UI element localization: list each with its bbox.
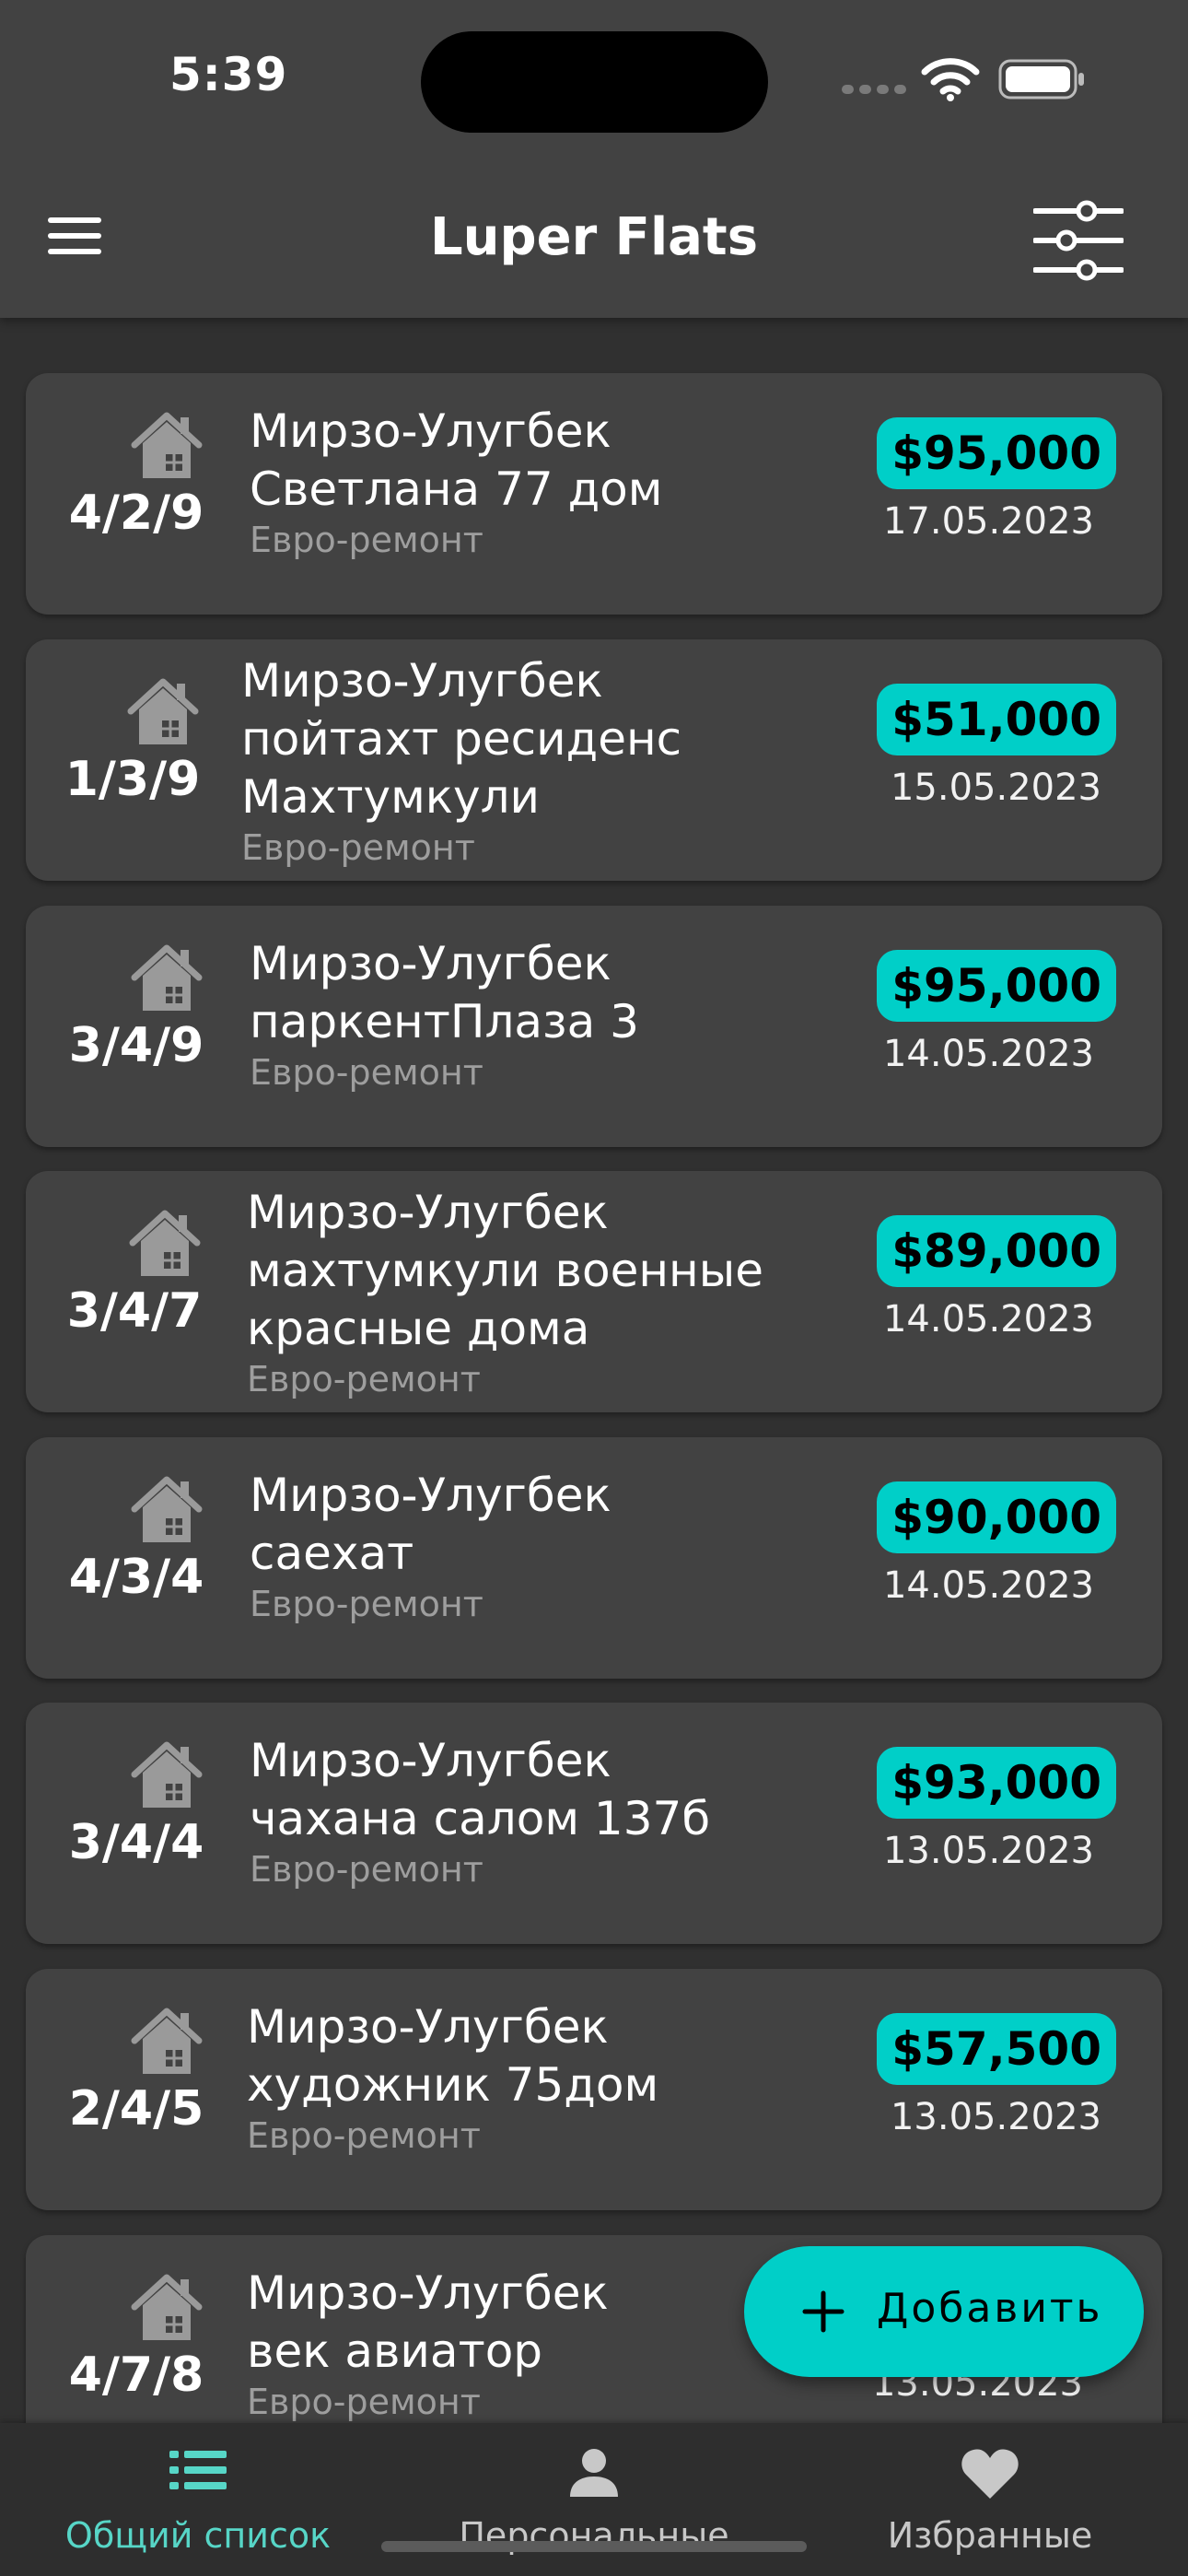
- listing-address: Мирзо-Улугбек чахана салом 137б Евро-ремон…: [250, 1732, 710, 1891]
- listing-repair-type: Евро-ремонт: [241, 827, 475, 868]
- listing-rooms-floor: 1/3/9: [64, 752, 201, 807]
- listing-rooms-floor: 4/7/8: [68, 2348, 204, 2403]
- bottom-navigation: Общий список Персональные Избранные: [0, 2423, 1188, 2576]
- price-badge: $95,000: [877, 950, 1116, 1022]
- listing-address-line: Мирзо-Улугбек: [247, 2000, 609, 2054]
- listing-address-line: Мирзо-Улугбек: [247, 2266, 609, 2320]
- listing-repair-type: Евро-ремонт: [250, 1052, 483, 1093]
- listing-card[interactable]: 3/4/9 Мирзо-Улугбек паркентПлаза 3 Евро-рем…: [26, 906, 1162, 1147]
- filter-settings-icon[interactable]: [1033, 198, 1124, 283]
- add-listing-button[interactable]: Добавить: [744, 2246, 1144, 2377]
- listing-date: 14.05.2023: [882, 1564, 1094, 1607]
- listing-address-line: саехат: [250, 1527, 414, 1580]
- listing-address-line: Мирзо-Улугбек: [250, 1734, 611, 1787]
- listing-date: 17.05.2023: [882, 500, 1094, 543]
- house-icon: [129, 941, 204, 1014]
- listings-list[interactable]: 4/2/9 Мирзо-Улугбек Светлана 77 дом Евро-ре…: [0, 318, 1188, 2423]
- listing-address-line: чахана салом 137б: [250, 1792, 711, 1845]
- status-time: 5:39: [169, 48, 288, 101]
- listing-address: Мирзо-Улугбек пойтахт ресиденс Махтумкули Е…: [241, 652, 681, 869]
- listing-address-line: Мирзо-Улугбек: [250, 1469, 611, 1522]
- listing-address-line: пойтахт ресиденс: [241, 712, 682, 766]
- price-badge: $89,000: [877, 1215, 1116, 1287]
- listing-address: Мирзо-Улугбек век авиатор Евро-ремонт: [247, 2265, 609, 2423]
- listing-card[interactable]: 1/3/9 Мирзо-Улугбек пойтахт ресиденс Махтум…: [26, 639, 1162, 881]
- list-icon: [169, 2451, 227, 2489]
- listing-rooms-floor: 3/4/4: [68, 1815, 204, 1870]
- tab-general-list-label: Общий список: [64, 2515, 332, 2556]
- battery-icon: [998, 59, 1084, 100]
- listing-repair-type: Евро-ремонт: [247, 2115, 481, 2156]
- listing-address-line: век авиатор: [247, 2324, 543, 2378]
- price-badge: $51,000: [877, 684, 1116, 755]
- page-title: Luper Flats: [429, 207, 759, 267]
- listing-rooms-floor: 3/4/9: [68, 1018, 204, 1073]
- house-icon: [129, 1738, 204, 1811]
- listing-address-line: художник 75дом: [247, 2058, 659, 2112]
- tab-personal[interactable]: Персональные: [396, 2423, 792, 2576]
- listing-address-line: махтумкули военные: [247, 1244, 763, 1297]
- plus-icon: [802, 2290, 844, 2333]
- listing-address: Мирзо-Улугбек художник 75дом Евро-ремонт: [247, 1998, 658, 2157]
- listing-rooms-floor: 4/3/4: [68, 1550, 204, 1605]
- listing-repair-type: Евро-ремонт: [250, 1584, 483, 1624]
- listing-date: 14.05.2023: [882, 1298, 1094, 1341]
- price-badge: $95,000: [877, 417, 1116, 489]
- wifi-icon: [921, 58, 980, 101]
- listing-address: Мирзо-Улугбек саехат Евро-ремонт: [250, 1467, 611, 1625]
- listing-repair-type: Евро-ремонт: [247, 2382, 481, 2422]
- listing-card[interactable]: 4/3/4 Мирзо-Улугбек саехат Евро-ремонт $90,0…: [26, 1437, 1162, 1679]
- price-badge: $93,000: [877, 1747, 1116, 1819]
- listing-address-line: паркентПлаза 3: [250, 995, 639, 1048]
- listing-card[interactable]: 3/4/4 Мирзо-Улугбек чахана салом 137б Евро-…: [26, 1703, 1162, 1944]
- top-app-bar: 5:39 Luper Flats: [0, 0, 1188, 318]
- listing-address-line: Махтумкули: [241, 770, 541, 824]
- listing-address-line: красные дома: [247, 1302, 590, 1355]
- price-badge: $57,500: [877, 2013, 1116, 2085]
- listing-card[interactable]: 3/4/7 Мирзо-Улугбек махтумкули военные крас…: [26, 1171, 1162, 1412]
- listing-address: Мирзо-Улугбек Светлана 77 дом Евро-ремонт: [250, 403, 663, 561]
- listing-repair-type: Евро-ремонт: [247, 1359, 481, 1399]
- listing-date: 13.05.2023: [890, 2096, 1101, 2138]
- listing-rooms-floor: 2/4/5: [68, 2081, 204, 2137]
- listing-repair-type: Евро-ремонт: [250, 520, 483, 560]
- house-icon: [129, 2270, 204, 2344]
- listing-address-line: Мирзо-Улугбек: [247, 1186, 609, 1239]
- listing-address-line: Мирзо-Улугбек: [241, 654, 603, 708]
- listing-card[interactable]: 2/4/5 Мирзо-Улугбек художник 75дом Евро-рем…: [26, 1969, 1162, 2210]
- listing-address-line: Светлана 77 дом: [250, 463, 663, 516]
- tab-favorites-label: Избранные: [887, 2515, 1093, 2556]
- add-listing-label: Добавить: [877, 2285, 1103, 2332]
- listing-address: Мирзо-Улугбек махтумкули военные красные д…: [247, 1184, 763, 1400]
- tab-general-list[interactable]: Общий список: [0, 2423, 396, 2576]
- price-badge: $90,000: [877, 1481, 1116, 1553]
- house-icon: [125, 674, 201, 748]
- listing-address-line: Мирзо-Улугбек: [250, 937, 611, 990]
- listing-rooms-floor: 4/2/9: [68, 486, 204, 541]
- heart-icon: [961, 2449, 1019, 2499]
- house-icon: [129, 1472, 204, 1546]
- listing-rooms-floor: 3/4/7: [66, 1283, 203, 1339]
- person-icon: [570, 2449, 618, 2497]
- listing-date: 14.05.2023: [882, 1033, 1094, 1075]
- home-indicator: [381, 2541, 807, 2552]
- dynamic-island: [421, 31, 768, 133]
- cellular-signal-icon: [842, 85, 906, 94]
- house-icon: [129, 408, 204, 482]
- listing-repair-type: Евро-ремонт: [250, 1849, 483, 1890]
- house-icon: [127, 1206, 203, 1280]
- app-screen: 5:39 Luper Flats 4/2/9 Мирзо-Улугбек Светл…: [0, 0, 1188, 2576]
- house-icon: [129, 2004, 204, 2078]
- listing-date: 15.05.2023: [890, 767, 1101, 809]
- listing-address: Мирзо-Улугбек паркентПлаза 3 Евро-ремонт: [250, 935, 639, 1094]
- listing-card[interactable]: 4/2/9 Мирзо-Улугбек Светлана 77 дом Евро-ре…: [26, 373, 1162, 615]
- listing-date: 13.05.2023: [882, 1830, 1094, 1872]
- tab-favorites[interactable]: Избранные: [792, 2423, 1188, 2576]
- listing-address-line: Мирзо-Улугбек: [250, 404, 611, 458]
